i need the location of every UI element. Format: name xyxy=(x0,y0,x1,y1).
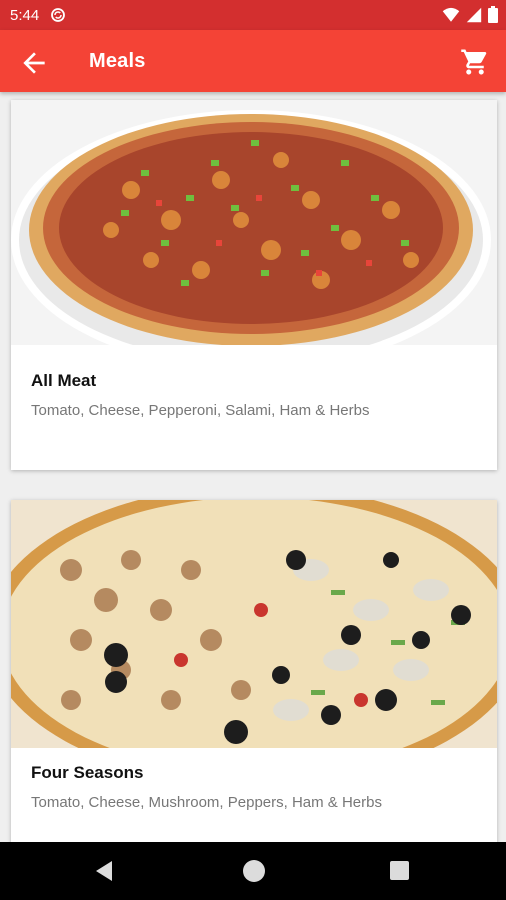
cellular-icon xyxy=(466,7,482,22)
wifi-icon xyxy=(442,7,460,22)
nav-recents-icon[interactable] xyxy=(390,861,409,880)
sync-icon xyxy=(51,8,66,22)
pizza-photo xyxy=(11,500,497,748)
status-bar: 5:44 xyxy=(0,0,506,30)
battery-icon xyxy=(488,6,498,23)
meal-card[interactable]: Four Seasons Tomato, Cheese, Mushroom, P… xyxy=(11,500,497,842)
arrow-back-icon[interactable] xyxy=(18,47,50,79)
page-title: Meals xyxy=(89,50,146,72)
meal-title: Four Seasons xyxy=(31,763,144,782)
nav-back-icon[interactable] xyxy=(94,860,114,882)
meal-list[interactable]: All Meat Tomato, Cheese, Pepperoni, Sala… xyxy=(0,92,506,842)
nav-home-icon[interactable] xyxy=(243,860,265,882)
shopping-cart-icon[interactable] xyxy=(460,47,490,77)
meal-title: All Meat xyxy=(31,371,97,390)
meal-description: Tomato, Cheese, Mushroom, Peppers, Ham &… xyxy=(31,794,382,811)
system-nav-bar xyxy=(0,842,506,900)
status-icons xyxy=(442,6,498,23)
meal-description: Tomato, Cheese, Pepperoni, Salami, Ham &… xyxy=(31,402,370,419)
app-bar: Meals xyxy=(0,30,506,92)
status-time: 5:44 xyxy=(10,6,40,24)
pizza-photo xyxy=(11,100,497,345)
meal-card[interactable]: All Meat Tomato, Cheese, Pepperoni, Sala… xyxy=(11,100,497,470)
